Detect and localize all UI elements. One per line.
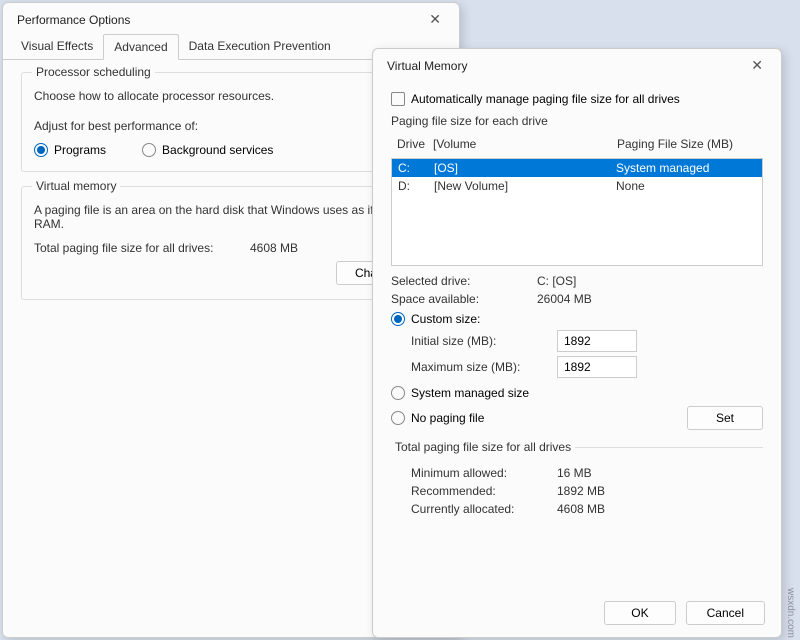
- checkbox-auto-manage[interactable]: Automatically manage paging file size fo…: [391, 92, 763, 106]
- hdr-size: Paging File Size (MB): [617, 137, 757, 151]
- radio-icon: [34, 143, 48, 157]
- initial-size-input[interactable]: [557, 330, 637, 352]
- min-allowed-value: 16 MB: [557, 466, 592, 480]
- custom-size-label: Custom size:: [411, 312, 480, 326]
- radio-bg-label: Background services: [162, 143, 273, 157]
- processor-scheduling-title: Processor scheduling: [32, 65, 155, 79]
- tab-dep[interactable]: Data Execution Prevention: [179, 34, 341, 59]
- radio-custom-size[interactable]: Custom size:: [391, 312, 763, 326]
- perf-title: Performance Options: [17, 13, 130, 27]
- radio-programs[interactable]: Programs: [34, 143, 106, 157]
- radio-system-managed[interactable]: System managed size: [391, 386, 763, 400]
- cancel-button[interactable]: Cancel: [686, 601, 765, 625]
- vmem-content: Automatically manage paging file size fo…: [373, 80, 781, 532]
- radio-programs-label: Programs: [54, 143, 106, 157]
- hdr-volume: [Volume: [433, 137, 617, 151]
- close-icon[interactable]: ✕: [743, 55, 771, 76]
- sched-line1: Choose how to allocate processor resourc…: [34, 89, 428, 103]
- radio-no-paging-file[interactable]: No paging file: [391, 411, 484, 425]
- radio-icon: [391, 312, 405, 326]
- hdr-drive: Drive: [397, 137, 433, 151]
- totals-title: Total paging file size for all drives: [391, 440, 575, 454]
- radio-icon: [391, 386, 405, 400]
- no-paging-label: No paging file: [411, 411, 484, 425]
- current-allocated-value: 4608 MB: [557, 502, 605, 516]
- drive-list-header: Drive [Volume Paging File Size (MB): [391, 134, 763, 154]
- current-allocated-label: Currently allocated:: [411, 502, 541, 516]
- radio-background-services[interactable]: Background services: [142, 143, 273, 157]
- drive-listbox[interactable]: C: [OS] System managed D: [New Volume] N…: [391, 158, 763, 266]
- list-item[interactable]: D: [New Volume] None: [392, 177, 762, 195]
- recommended-label: Recommended:: [411, 484, 541, 498]
- auto-manage-label: Automatically manage paging file size fo…: [411, 92, 680, 106]
- recommended-value: 1892 MB: [557, 484, 605, 498]
- close-icon[interactable]: ✕: [421, 9, 449, 30]
- initial-size-label: Initial size (MB):: [411, 334, 541, 348]
- maximum-size-label: Maximum size (MB):: [411, 360, 541, 374]
- virtual-memory-dialog: Virtual Memory ✕ Automatically manage pa…: [372, 48, 782, 638]
- tab-advanced[interactable]: Advanced: [103, 34, 178, 60]
- vm-total-label: Total paging file size for all drives:: [34, 241, 234, 255]
- vm-desc: A paging file is an area on the hard dis…: [34, 203, 428, 231]
- set-button[interactable]: Set: [687, 406, 763, 430]
- sched-line2: Adjust for best performance of:: [34, 119, 428, 133]
- vmem-titlebar: Virtual Memory ✕: [373, 49, 781, 80]
- vm-total-value: 4608 MB: [250, 241, 298, 255]
- vmem-title: Virtual Memory: [387, 59, 467, 73]
- space-available-label: Space available:: [391, 292, 521, 306]
- list-item[interactable]: C: [OS] System managed: [392, 159, 762, 177]
- min-allowed-label: Minimum allowed:: [411, 466, 541, 480]
- radio-icon: [142, 143, 156, 157]
- vm-group-title: Virtual memory: [32, 179, 120, 193]
- maximum-size-input[interactable]: [557, 356, 637, 378]
- system-managed-label: System managed size: [411, 386, 529, 400]
- selected-drive-value: C: [OS]: [537, 274, 576, 288]
- space-available-value: 26004 MB: [537, 292, 592, 306]
- totals-group: Total paging file size for all drives Mi…: [391, 440, 763, 520]
- radio-icon: [391, 411, 405, 425]
- drive-list-title: Paging file size for each drive: [391, 114, 763, 128]
- checkbox-icon: [391, 92, 405, 106]
- watermark: wsxdn.com: [785, 588, 796, 638]
- tab-visual-effects[interactable]: Visual Effects: [11, 34, 103, 59]
- selected-drive-label: Selected drive:: [391, 274, 521, 288]
- perf-titlebar: Performance Options ✕: [3, 3, 459, 34]
- dialog-footer: OK Cancel: [604, 601, 765, 625]
- ok-button[interactable]: OK: [604, 601, 675, 625]
